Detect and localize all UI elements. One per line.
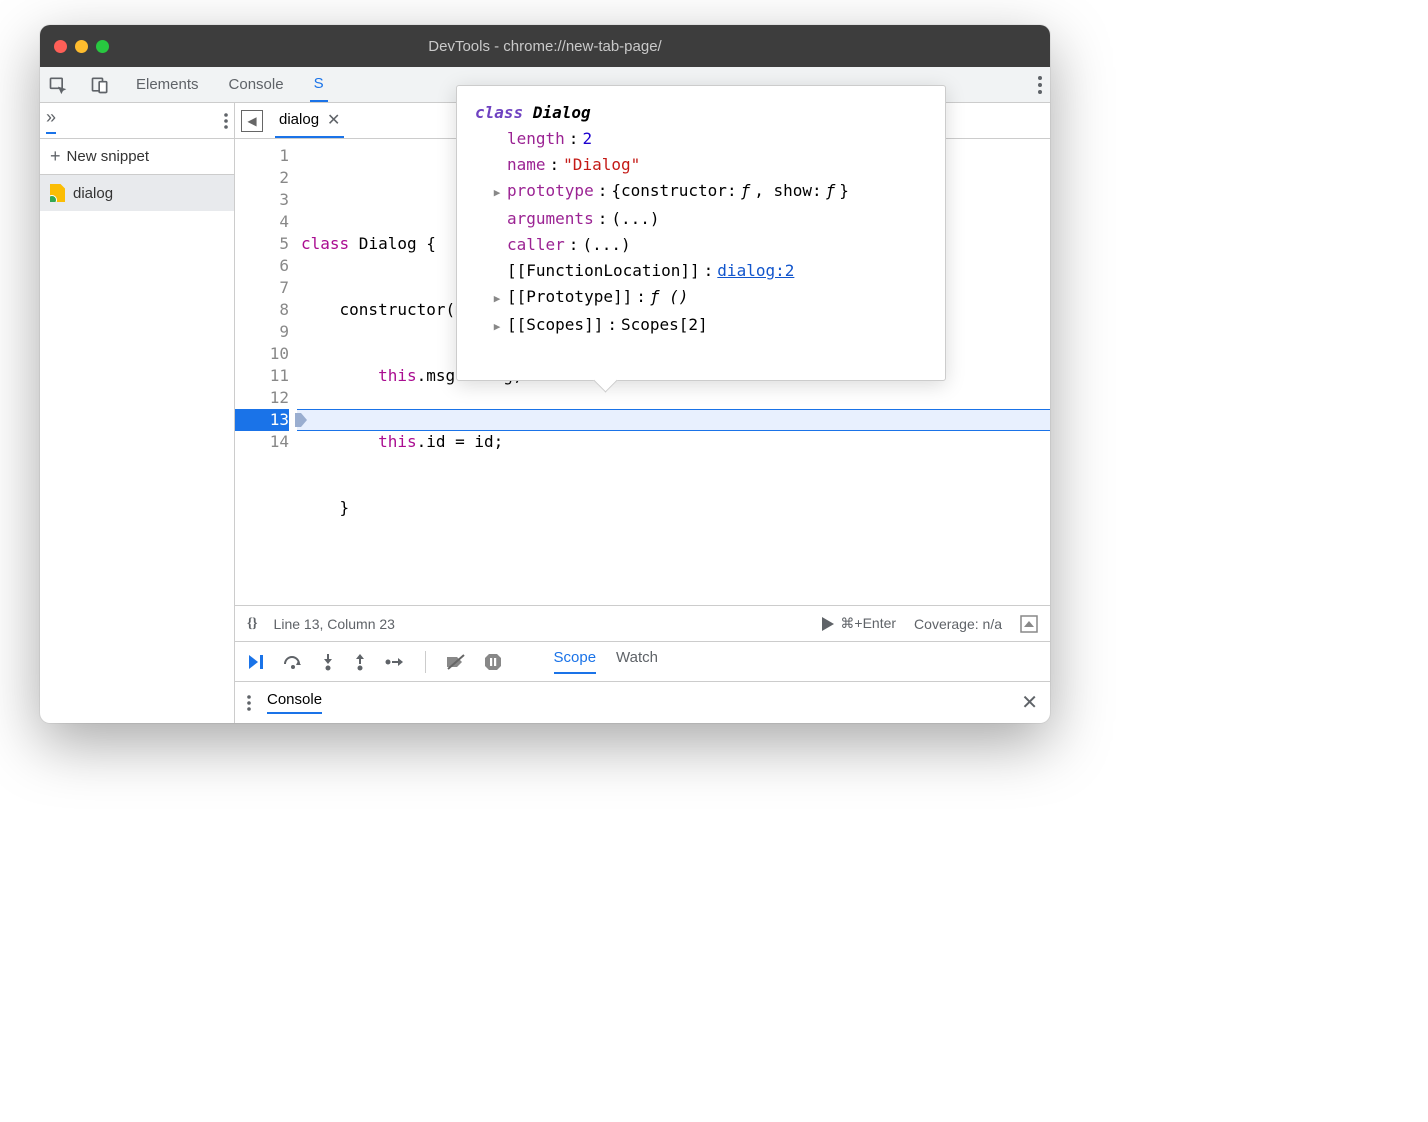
navigator-more-icon[interactable] xyxy=(224,113,228,129)
window-title: DevTools - chrome://new-tab-page/ xyxy=(40,38,1050,55)
editor-tab-dialog[interactable]: dialog ✕ xyxy=(275,103,344,138)
function-location-link[interactable]: dialog:2 xyxy=(717,258,794,284)
object-preview-popover: class Dialog length: 2 name: "Dialog" ▶p… xyxy=(456,85,946,381)
more-tabs-icon[interactable] xyxy=(1038,76,1042,94)
tab-watch[interactable]: Watch xyxy=(616,649,658,674)
cursor-position: Line 13, Column 23 xyxy=(274,616,395,632)
coverage-label: Coverage: n/a xyxy=(914,616,1002,632)
step-icon[interactable] xyxy=(385,655,405,669)
drawer-tab-console[interactable]: Console xyxy=(267,691,322,714)
step-over-icon[interactable] xyxy=(283,654,303,670)
pretty-print-icon[interactable]: { } xyxy=(247,616,256,632)
deactivate-breakpoints-icon[interactable] xyxy=(446,654,466,670)
devtools-window: DevTools - chrome://new-tab-page/ Elemen… xyxy=(40,25,1050,723)
expand-scopes[interactable]: ▶[[Scopes]]: Scopes[2] xyxy=(491,312,927,340)
navigate-back-icon[interactable]: ◀ xyxy=(241,110,263,132)
sidebar-file-label: dialog xyxy=(73,185,113,202)
titlebar: DevTools - chrome://new-tab-page/ xyxy=(40,25,1050,67)
new-snippet-button[interactable]: + New snippet xyxy=(40,139,234,175)
new-snippet-label: New snippet xyxy=(67,148,150,165)
console-drawer: Console ✕ xyxy=(235,681,1050,723)
line-gutter: 1234 5678 9101112 1314 xyxy=(235,139,297,605)
drawer-more-icon[interactable] xyxy=(247,695,251,711)
tab-sources[interactable]: S xyxy=(310,67,328,102)
inspect-icon[interactable] xyxy=(48,75,68,95)
drawer-close-icon[interactable]: ✕ xyxy=(1021,690,1038,715)
plus-icon: + xyxy=(50,146,61,167)
snippet-file-icon xyxy=(50,184,65,202)
device-toggle-icon[interactable] xyxy=(90,75,110,95)
editor-statusbar: { } Line 13, Column 23 ⌘+Enter Coverage:… xyxy=(235,605,1050,641)
expand-proto-internal[interactable]: ▶[[Prototype]]: ƒ () xyxy=(491,284,927,312)
sidebar-item-dialog[interactable]: dialog xyxy=(40,175,234,211)
editor-tab-label: dialog xyxy=(279,111,319,128)
sidebar: » + New snippet dialog xyxy=(40,103,235,723)
close-tab-icon[interactable]: ✕ xyxy=(327,110,340,130)
resume-icon[interactable] xyxy=(247,653,265,671)
run-shortcut: ⌘+Enter xyxy=(840,615,896,632)
coverage-toggle-icon[interactable] xyxy=(1020,615,1038,633)
tab-console[interactable]: Console xyxy=(225,67,288,102)
pause-exceptions-icon[interactable] xyxy=(484,653,502,671)
step-into-icon[interactable] xyxy=(321,653,335,671)
expand-prototype[interactable]: ▶prototype: {constructor: ƒ, show: ƒ} xyxy=(491,178,927,206)
tab-scope[interactable]: Scope xyxy=(554,649,597,674)
run-snippet-button[interactable]: ⌘+Enter xyxy=(822,615,896,632)
navigator-expand-icon[interactable]: » xyxy=(46,107,56,134)
step-out-icon[interactable] xyxy=(353,653,367,671)
debugger-toolbar: Scope Watch xyxy=(235,641,1050,681)
tab-elements[interactable]: Elements xyxy=(132,67,203,102)
